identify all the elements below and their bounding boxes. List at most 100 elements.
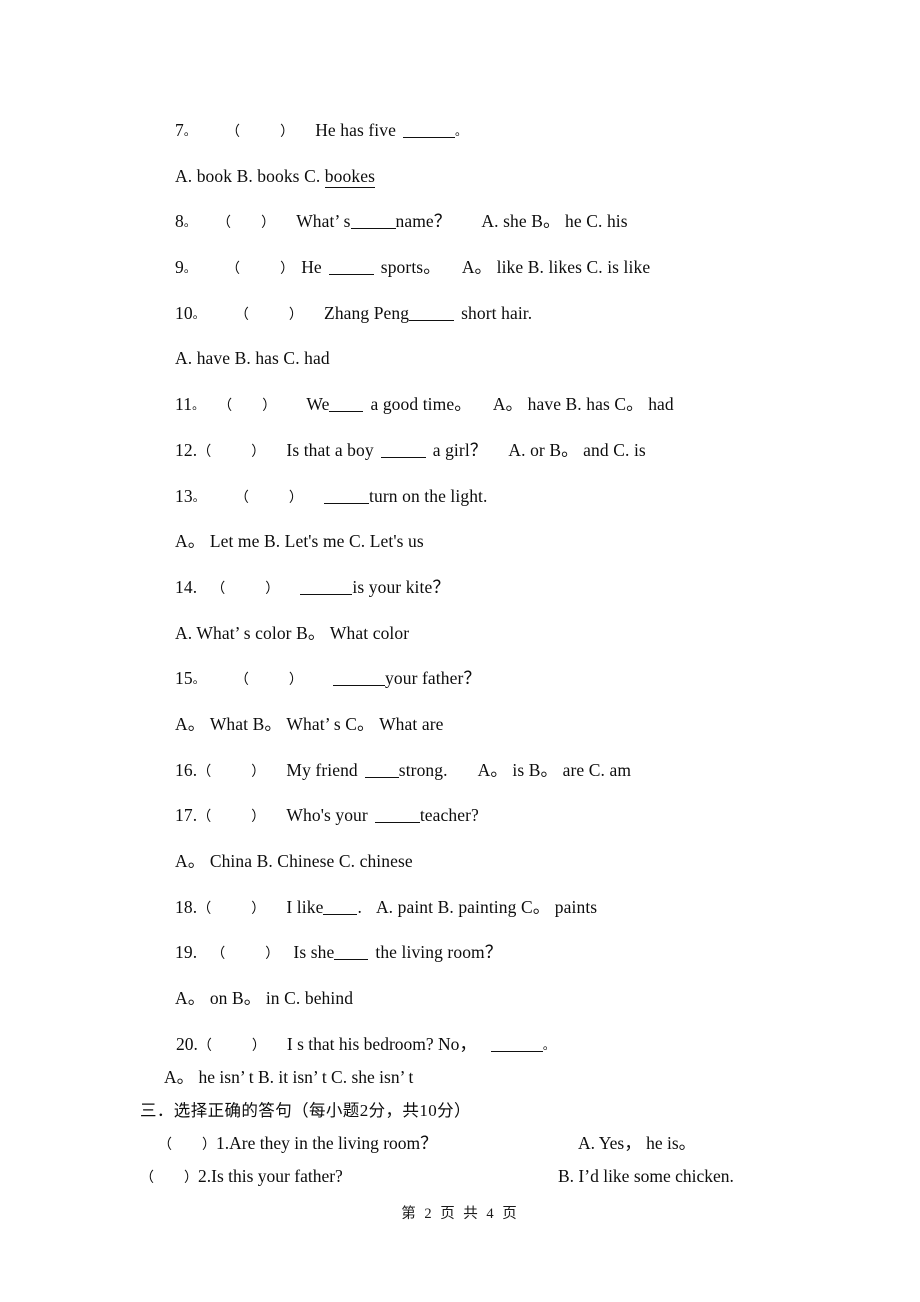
answer-blank[interactable] — [333, 685, 386, 687]
answer-paren-open[interactable]: （ — [235, 658, 249, 704]
answer-paren-open[interactable]: （ — [226, 247, 240, 293]
answer-paren-close: ） — [261, 215, 276, 232]
answer-blank[interactable] — [490, 1051, 543, 1052]
question-row-q16: 16.（ ） My friend strong. A。 is B。 are C. am — [175, 748, 875, 794]
answer-paren-open[interactable]: （ — [197, 430, 211, 476]
answer-paren-close: ） — [251, 763, 266, 780]
footer-suffix: 页 — [502, 1206, 519, 1222]
answer-blank[interactable] — [329, 411, 364, 413]
section-heading-text-a: 三．选择正确的答句（每小题 — [140, 1101, 360, 1120]
answer-paren-open[interactable]: （ — [197, 795, 211, 841]
question-number-sep: 。 — [192, 672, 205, 687]
question-stem: What’ s — [296, 211, 351, 232]
question-row-q7: 7。（） He has five。 — [175, 108, 875, 154]
answer-paren-open[interactable]: （ — [197, 750, 211, 796]
options-text: A。 What B。 What’ s C。 What are — [175, 713, 444, 734]
options-inline: A。 is B。 are C. am — [477, 759, 632, 780]
answer-paren-open[interactable]: （ — [211, 932, 225, 978]
answer-blank[interactable] — [350, 228, 396, 230]
question-number: 18. — [175, 896, 198, 917]
match-item-prompt: Is this your father? — [211, 1166, 343, 1186]
answer-paren-close: ） — [251, 900, 266, 917]
question-number-sep: 。 — [183, 261, 196, 276]
question-number: 9 — [175, 257, 184, 278]
options-text: A。 on B。 in C. behind — [175, 988, 354, 1009]
match-item-prompt: Are they in the living room？ — [229, 1133, 438, 1153]
answer-blank[interactable] — [328, 274, 374, 276]
options-inline: A。 like B. likes C. is like — [461, 257, 651, 278]
options-row-q13: A。 Let me B. Let's me C. Let's us — [175, 519, 875, 565]
answer-blank[interactable] — [300, 593, 353, 595]
question-number-sep: 。 — [183, 124, 196, 138]
question-number: 20. — [176, 1034, 198, 1054]
answer-blank[interactable] — [402, 137, 455, 138]
answer-blank[interactable] — [323, 913, 358, 915]
question-row-q10: 10。 （ ） Zhang Peng short hair. — [175, 291, 875, 337]
question-row-q13: 13。 （ ） turn on the light. — [175, 474, 875, 520]
answer-blank[interactable] — [380, 456, 426, 458]
options-underlined-choice[interactable]: bookes — [324, 165, 375, 188]
question-stem: Is that a boy — [286, 439, 374, 460]
answer-paren-close: ） — [288, 489, 304, 506]
options-row-q14: A. What’ s color B。 What color — [175, 611, 875, 657]
options-inline: A. she B。 he C. his — [481, 211, 628, 232]
question-number: 17. — [175, 805, 198, 826]
match-answer-option-b[interactable]: B. I’d like some chicken. — [558, 1160, 734, 1193]
question-row-q8: 8。 （ ） What’ s name？ A. she B。 he C. his — [175, 199, 875, 245]
answer-paren-open[interactable]: （ — [211, 567, 225, 613]
answer-blank[interactable] — [409, 319, 455, 321]
question-stem: He has five — [315, 120, 396, 140]
question-number: 19. — [175, 942, 198, 963]
options-text: A。 China B. Chinese C. chinese — [175, 851, 413, 871]
question-number-sep: 。 — [192, 306, 205, 321]
answer-paren-open[interactable]: （ — [198, 1030, 212, 1063]
options-inline: A。 have B. has C。 had — [492, 394, 674, 415]
answer-paren-open[interactable]: （ — [235, 293, 249, 339]
answer-paren-close: ） — [251, 809, 266, 826]
answer-paren-close: ） — [251, 1038, 266, 1054]
question-row-q12: 12.（ ） Is that a boy a girl？ A. or B。 and C.… — [175, 428, 875, 474]
answer-paren-open[interactable]: （ — [226, 110, 240, 156]
options-row-q17: A。 China B. Chinese C. chinese — [175, 839, 875, 885]
answer-paren-open[interactable]: （ — [218, 384, 232, 430]
footer-middle: 页 共 — [440, 1206, 480, 1222]
question-number: 15 — [175, 668, 193, 689]
question-stem: My friend — [286, 759, 358, 780]
answer-paren-open[interactable]: （ — [217, 201, 231, 247]
answer-blank[interactable] — [324, 502, 370, 504]
answer-blank[interactable] — [334, 959, 369, 961]
question-stem-tail: . — [357, 896, 362, 917]
answer-paren-open[interactable]: （ — [140, 1162, 154, 1195]
match-answer-option-a[interactable]: A. Yes， he is。 — [578, 1127, 696, 1160]
answer-blank[interactable] — [374, 822, 420, 824]
question-stem-tail: 。 — [454, 124, 468, 138]
question-stem-tail: the living room？ — [375, 942, 503, 963]
question-stem: I s that his bedroom? No， — [286, 1034, 477, 1054]
match-item-number: 1. — [216, 1133, 230, 1153]
answer-paren-open[interactable]: （ — [235, 476, 249, 522]
question-number-sep: 。 — [192, 489, 205, 504]
question-number: 7 — [175, 120, 184, 140]
section-three-heading: 三．选择正确的答句（每小题2分，共10分） — [140, 1094, 900, 1127]
exam-page: 7。（） He has five。 A. book B. books C. boo… — [0, 0, 920, 1302]
page-footer: 第 2 页 共 4 页 — [0, 1202, 920, 1223]
answer-paren-close: ） — [280, 124, 295, 140]
options-inline: A. paint B. painting C。 paints — [375, 896, 598, 917]
answer-paren-open[interactable]: （ — [158, 1129, 172, 1162]
question-row-q14: 14. （ ） is your kite？ — [175, 565, 875, 611]
question-stem-tail: 。 — [542, 1038, 555, 1052]
question-stem-tail: sports。 — [380, 257, 441, 278]
answer-blank[interactable] — [364, 776, 399, 778]
match-row-2: （ ）2.Is this your father? B. I’d like som… — [140, 1160, 900, 1193]
question-row-q18: 18.（ ） I like. A. paint B. painting C。 pain… — [175, 885, 875, 931]
question-stem-tail: your father？ — [385, 668, 481, 689]
section-heading-points-total: 10 — [419, 1101, 438, 1120]
question-stem-tail: a good time。 — [370, 394, 472, 415]
question-row-q9: 9。 （ ） He sports。 A。 like B. likes C. is like — [175, 245, 875, 291]
answer-paren-open[interactable]: （ — [197, 887, 211, 933]
question-row-q11: 11。 （ ） We a good time。 A。 have B. has C。 had — [175, 382, 875, 428]
section-heading-text-c: 分） — [437, 1101, 471, 1120]
answer-paren-close: ） — [265, 946, 280, 963]
answer-paren-close: ） — [288, 306, 304, 323]
question-row-q15: 15。 （ ） your father？ — [175, 656, 875, 702]
